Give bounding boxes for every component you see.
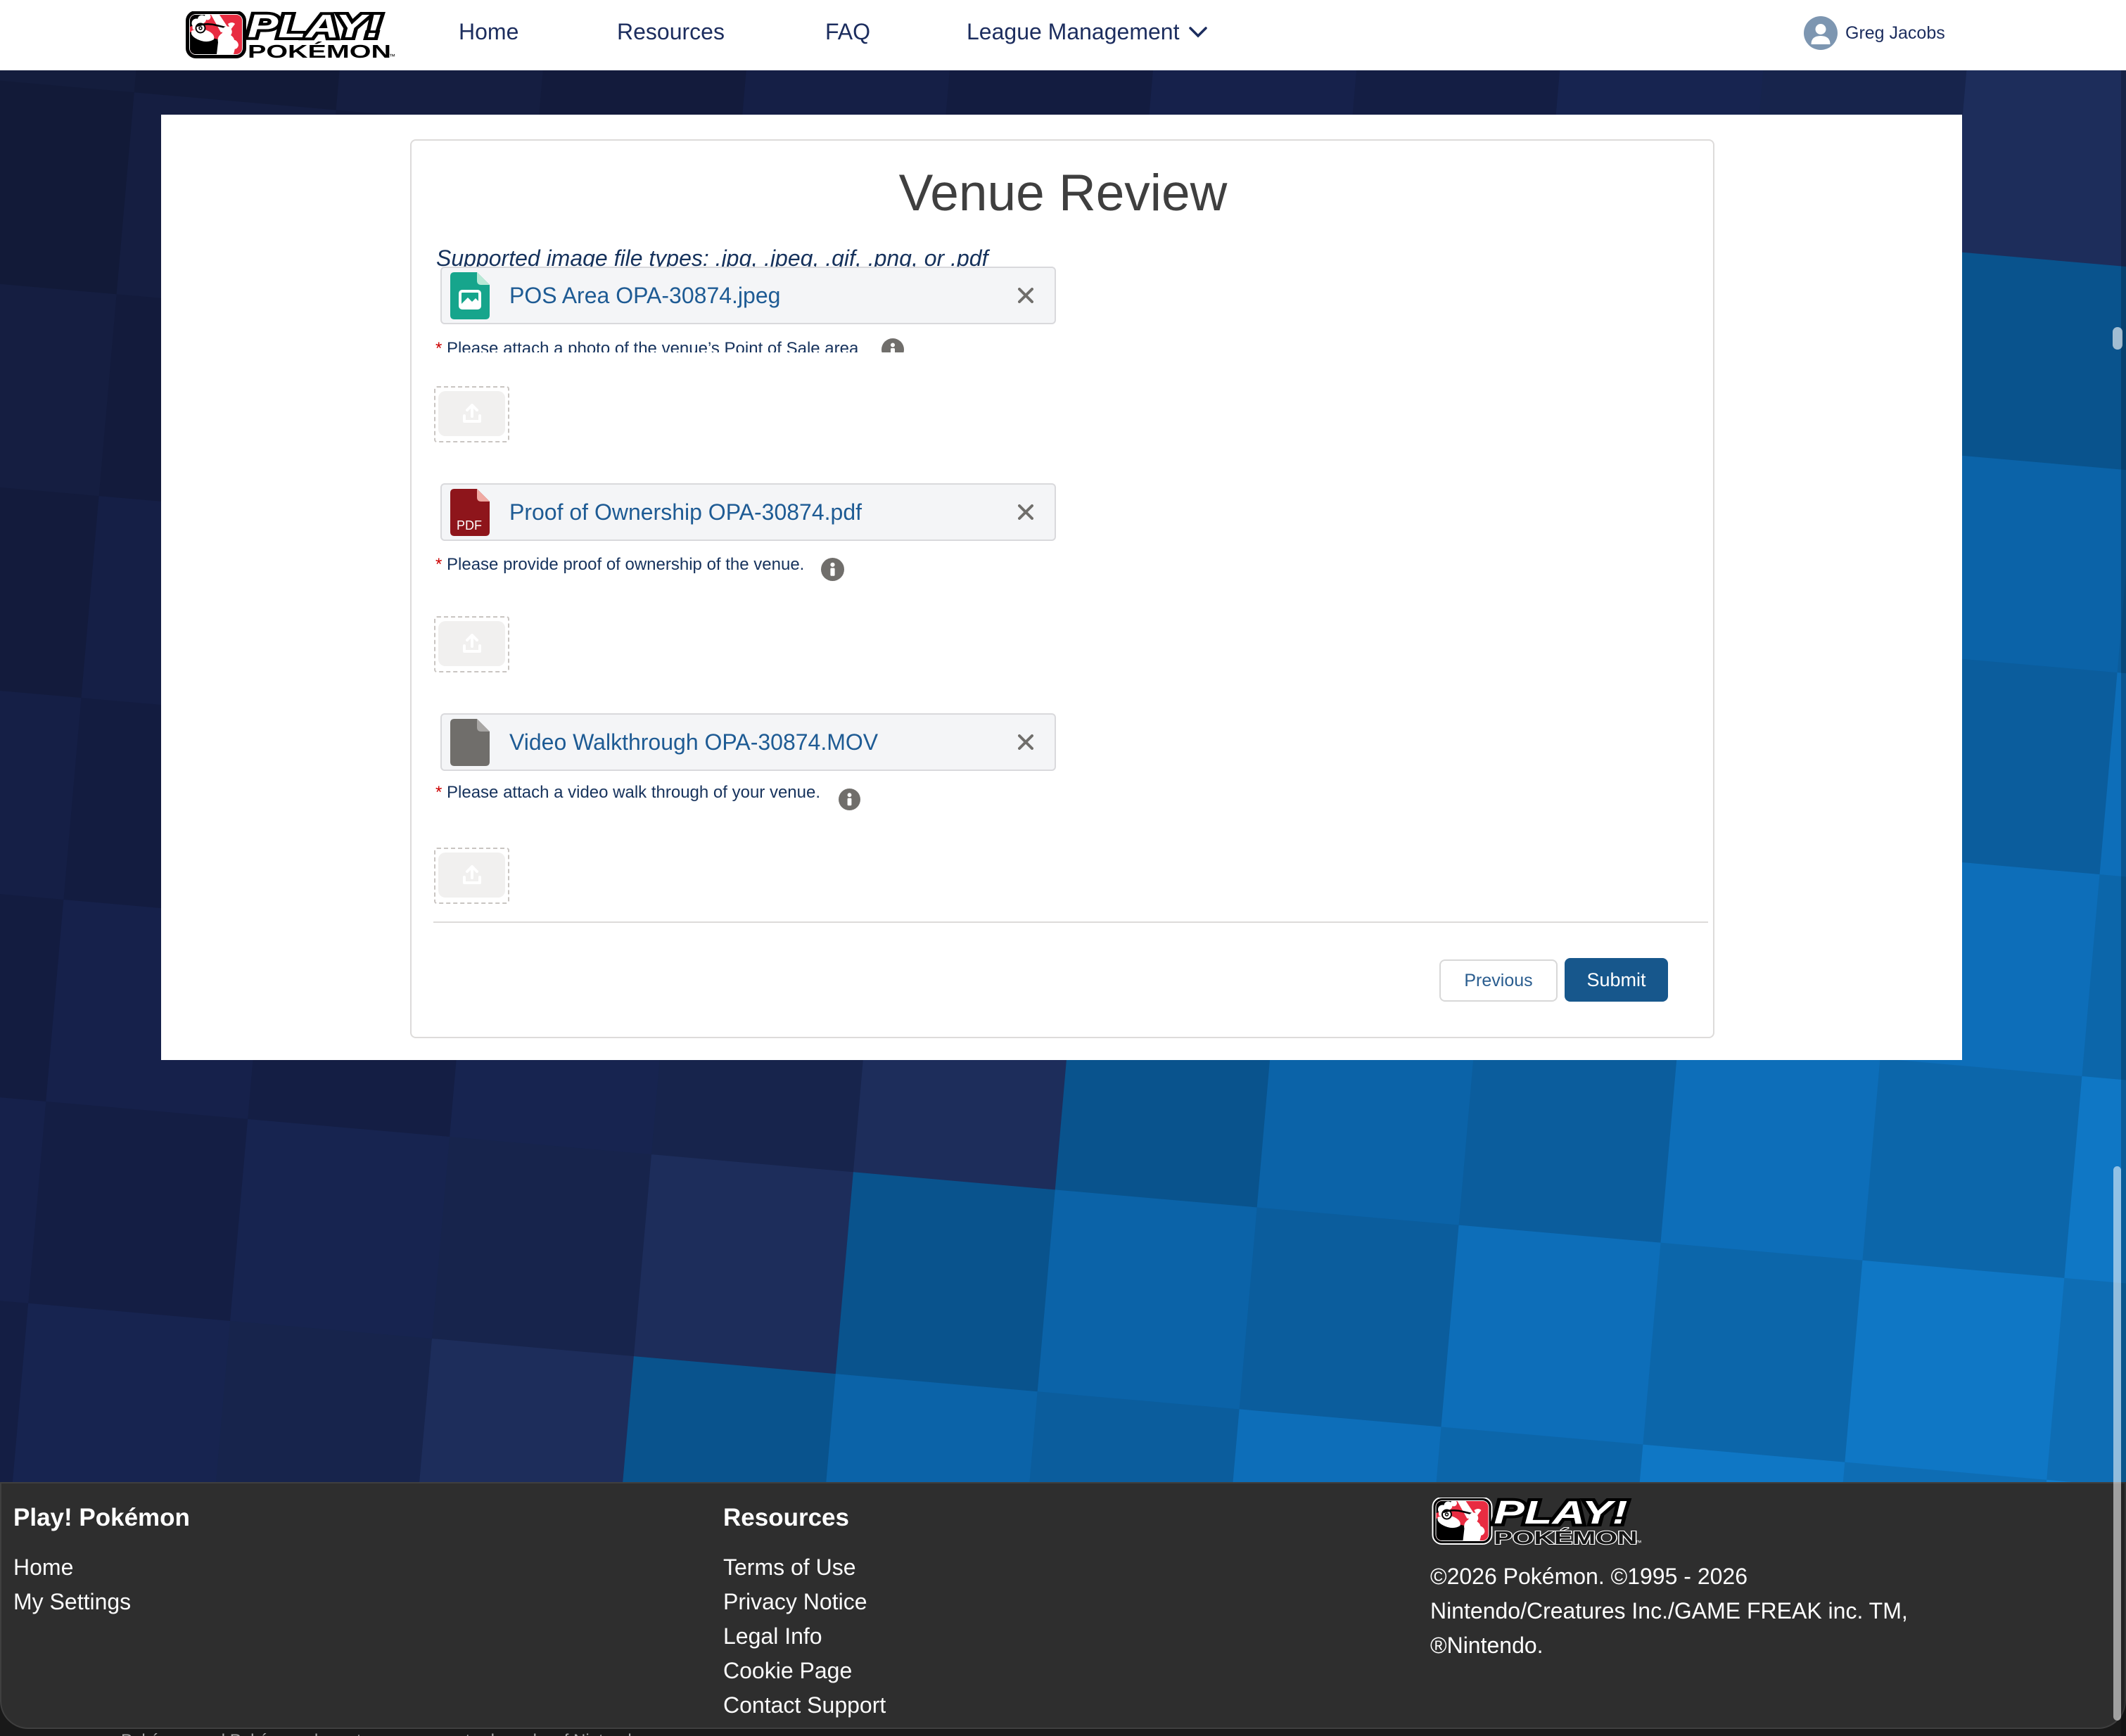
svg-text:PDF: PDF — [457, 518, 482, 532]
svg-text:™: ™ — [1636, 1539, 1642, 1545]
svg-text:POKÉMON: POKÉMON — [248, 41, 391, 59]
svg-text:™: ™ — [389, 53, 395, 59]
svg-text:PLAY!: PLAY! — [248, 11, 381, 44]
svg-text:PLAY!: PLAY! — [1494, 1498, 1628, 1531]
svg-text:POKÉMON: POKÉMON — [1494, 1527, 1638, 1545]
